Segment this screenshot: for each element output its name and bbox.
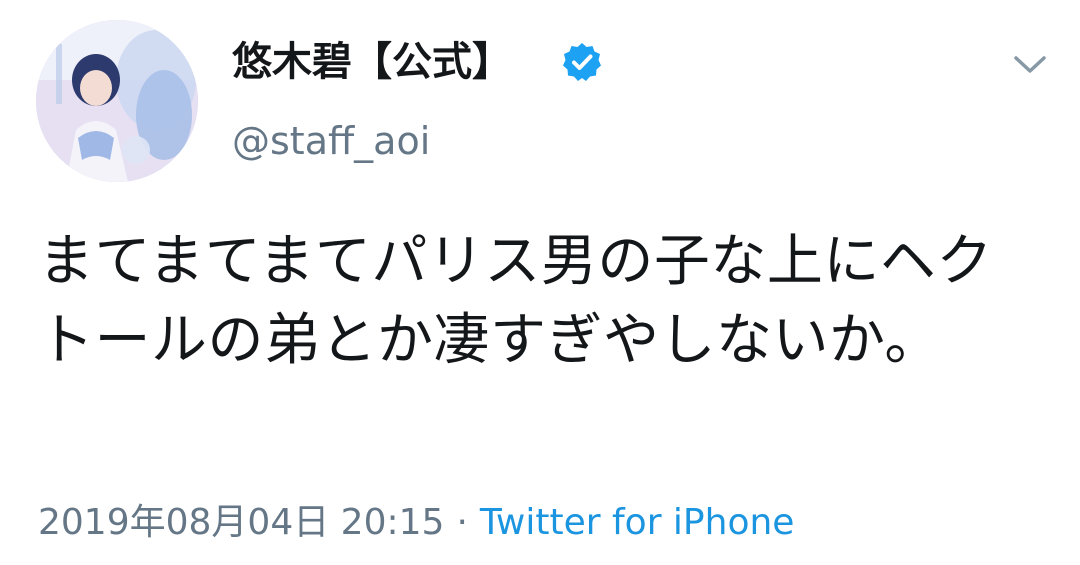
user-handle[interactable]: @staff_aoi bbox=[232, 114, 430, 168]
chevron-down-icon[interactable] bbox=[1010, 50, 1050, 78]
display-name[interactable]: 悠木碧【公式】 bbox=[232, 34, 512, 90]
timestamp[interactable]: 2019年08月04日 20:15 bbox=[38, 502, 444, 543]
tweet-meta: 2019年08月04日 20:15 · Twitter for iPhone bbox=[38, 496, 794, 550]
meta-separator: · bbox=[456, 502, 468, 543]
tweet-text: まてまてまてパリス男の子な上にヘクトールの弟とか凄すぎやしないか。 bbox=[38, 229, 993, 373]
tweet-card: 悠木碧【公式】 @staff_aoi まてまてまてパリス男の子な上にヘクトールの… bbox=[0, 0, 1080, 565]
profile-photo-icon bbox=[36, 20, 198, 182]
source-link[interactable]: Twitter for iPhone bbox=[480, 502, 795, 543]
avatar[interactable] bbox=[36, 20, 198, 182]
verified-badge-icon bbox=[563, 43, 601, 81]
